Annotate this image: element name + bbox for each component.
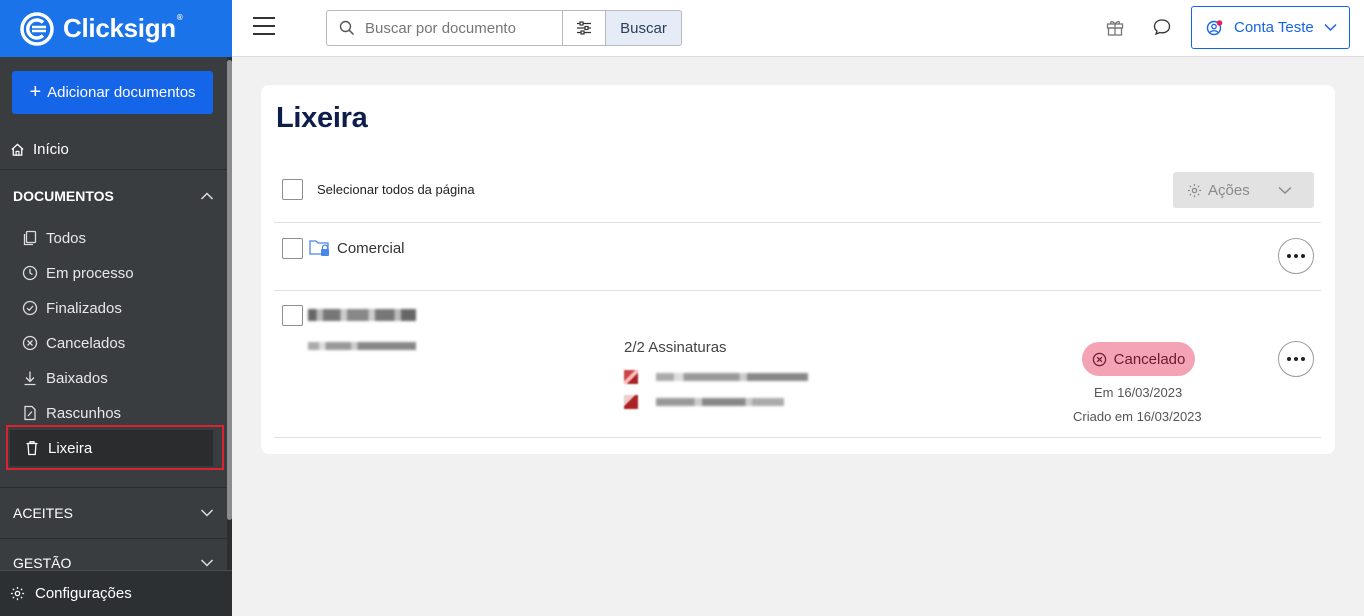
sidebar-item-label: Todos (46, 229, 87, 247)
sidebar-scrollbar-thumb[interactable] (227, 60, 232, 520)
section-aceites-label: ACEITES (13, 505, 73, 521)
more-dots-icon (1287, 254, 1305, 258)
chevron-down-icon (1278, 186, 1292, 194)
clock-icon (22, 265, 38, 281)
locked-folder-icon (309, 240, 329, 256)
signatures-count: 2/2 Assinaturas (624, 339, 727, 356)
sidebar-item-label: Em processo (46, 264, 134, 282)
divider (274, 290, 1321, 291)
sidebar-item-todos[interactable]: Todos (22, 223, 217, 253)
check-circle-icon (22, 300, 38, 316)
chat-icon[interactable] (1152, 17, 1172, 37)
chevron-down-icon (200, 509, 214, 517)
chevron-down-icon (1324, 23, 1337, 32)
status-badge: Cancelado (1082, 342, 1195, 376)
section-documentos[interactable]: DOCUMENTOS (0, 181, 227, 211)
filter-button[interactable] (562, 10, 606, 46)
signer-email-redacted (656, 398, 784, 406)
trash-card: Lixeira Selecionar todos da página Ações… (261, 85, 1335, 454)
select-all-label: Selecionar todos da página (317, 182, 475, 197)
gear-icon (1187, 183, 1202, 197)
folder-more-button[interactable] (1278, 238, 1314, 274)
actions-label: Ações (1208, 181, 1250, 199)
folder-name[interactable]: Comercial (337, 240, 405, 257)
more-dots-icon (1287, 357, 1305, 361)
add-documents-button[interactable]: + Adicionar documentos (12, 71, 213, 114)
home-icon (11, 143, 24, 156)
document-subtitle-redacted (308, 342, 416, 350)
divider (274, 437, 1321, 438)
plus-icon: + (29, 80, 42, 103)
draft-icon (24, 405, 36, 421)
top-header: Buscar Conta Teste (232, 0, 1364, 57)
clicksign-logo-icon (20, 11, 54, 46)
section-gestao-label: GESTÃO (13, 555, 72, 571)
divider (274, 222, 1321, 223)
created-date: Criado em 16/03/2023 (1073, 409, 1202, 424)
user-avatar-icon (1206, 19, 1223, 35)
actions-dropdown[interactable]: Ações (1173, 172, 1314, 208)
logo-text: Clicksign® (63, 13, 183, 43)
sidebar-item-finalizados[interactable]: Finalizados (22, 293, 217, 323)
sliders-icon (577, 21, 591, 35)
account-label: Conta Teste (1234, 19, 1314, 36)
sidebar-item-configuracoes[interactable]: Configurações (0, 570, 232, 616)
search-input[interactable] (365, 19, 550, 37)
gear-icon (10, 586, 25, 601)
search-icon (339, 20, 355, 36)
copy-icon (23, 230, 37, 246)
gift-icon[interactable] (1105, 17, 1125, 37)
signer-avatar-icon (624, 395, 638, 409)
sidebar-item-baixados[interactable]: Baixados (22, 363, 217, 393)
folder-checkbox[interactable] (282, 238, 303, 259)
chevron-up-icon (200, 192, 214, 200)
logo[interactable]: Clicksign® (0, 0, 232, 57)
document-more-button[interactable] (1278, 341, 1314, 377)
download-icon (24, 371, 36, 386)
account-menu-button[interactable]: Conta Teste (1191, 6, 1350, 49)
search-box (326, 10, 563, 46)
page-title: Lixeira (276, 102, 368, 134)
sidebar: Clicksign® + Adicionar documentos Início… (0, 0, 232, 616)
divider (0, 538, 227, 539)
search-button[interactable]: Buscar (605, 10, 682, 46)
status-date: Em 16/03/2023 (1094, 385, 1183, 400)
document-name-redacted[interactable] (308, 309, 416, 321)
sidebar-item-em-processo[interactable]: Em processo (22, 258, 217, 288)
configuracoes-label: Configurações (35, 585, 132, 602)
sidebar-item-label: Rascunhos (46, 404, 122, 422)
sidebar-item-label: Finalizados (46, 299, 122, 317)
x-circle-icon (22, 335, 38, 351)
sidebar-item-label: Início (33, 141, 69, 158)
selection-highlight (6, 425, 224, 470)
select-all-checkbox[interactable] (282, 179, 303, 200)
section-documentos-label: DOCUMENTOS (13, 188, 114, 204)
sidebar-item-label: Cancelados (46, 334, 126, 352)
signer-email-redacted (656, 373, 808, 381)
status-label: Cancelado (1113, 350, 1186, 368)
signer-avatar-icon (624, 370, 638, 384)
sidebar-item-inicio[interactable]: Início (0, 130, 227, 170)
section-aceites[interactable]: ACEITES (0, 499, 227, 527)
sidebar-item-label: Baixados (46, 369, 108, 387)
document-checkbox[interactable] (282, 305, 303, 326)
divider (0, 487, 227, 488)
chevron-down-icon (200, 559, 214, 567)
x-circle-icon (1092, 352, 1106, 366)
add-documents-label: Adicionar documentos (47, 84, 196, 101)
search-button-label: Buscar (620, 19, 667, 37)
hamburger-menu-icon[interactable] (253, 16, 275, 36)
sidebar-item-cancelados[interactable]: Cancelados (22, 328, 217, 358)
sidebar-item-rascunhos[interactable]: Rascunhos (22, 398, 217, 428)
